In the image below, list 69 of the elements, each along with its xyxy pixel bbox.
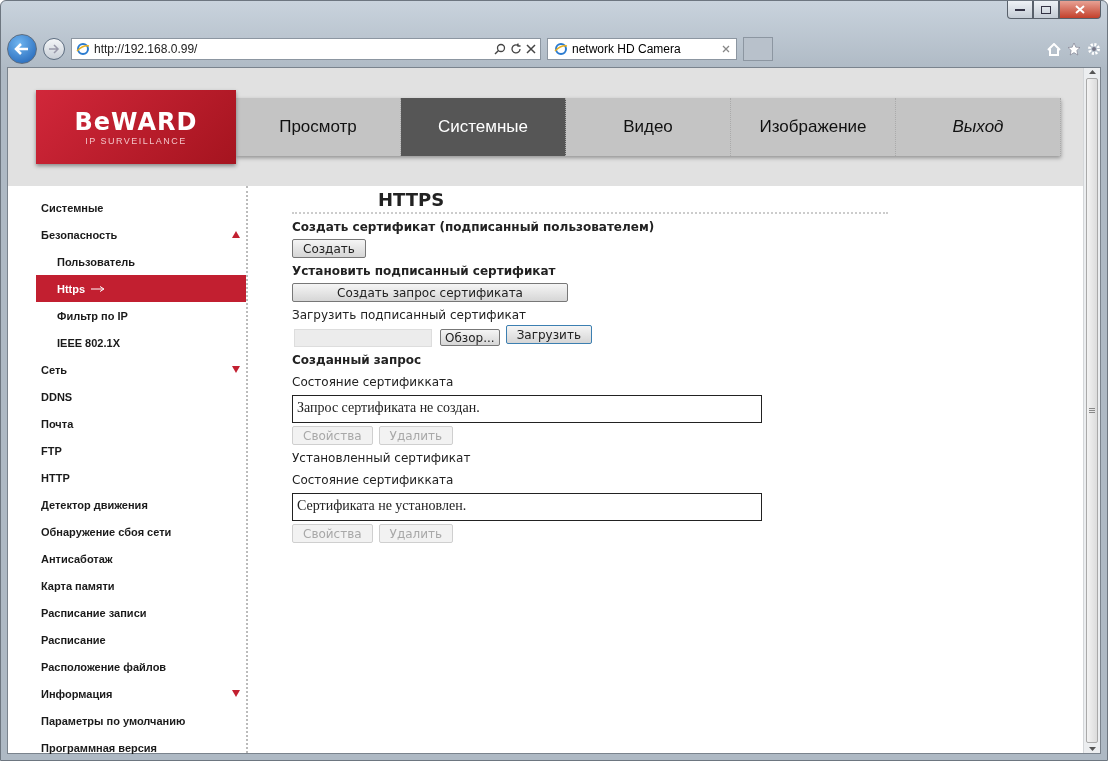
nav-tab[interactable]: Системные (401, 98, 566, 156)
page-title: HTTPS (292, 190, 888, 214)
sidebar-item[interactable]: Системные (36, 194, 246, 221)
sidebar-item[interactable]: Программная версия (36, 734, 246, 761)
sidebar-item[interactable]: Фильтр по IP (36, 302, 246, 329)
expand-triangle-icon[interactable] (232, 690, 240, 697)
scrollbar[interactable] (1083, 68, 1100, 753)
section-heading: Создать сертификат (подписанный пользователем) (292, 220, 656, 236)
request-button[interactable]: Создать запрос сертификата (292, 283, 568, 302)
sidebar-item[interactable]: Сеть (36, 356, 246, 383)
sidebar-item[interactable]: Почта (36, 410, 246, 437)
upload-button[interactable]: Загрузить (505, 325, 592, 344)
sidebar-item[interactable]: Параметры по умолчанию (36, 707, 246, 734)
scroll-down-icon[interactable] (1088, 747, 1096, 751)
globe-icon (76, 42, 90, 56)
nav-tab[interactable]: Выход (896, 98, 1061, 156)
back-arrow-icon (14, 42, 30, 56)
maximize-icon (1041, 5, 1051, 14)
sidebar-item[interactable]: Пользователь (36, 248, 246, 275)
globe-icon (554, 42, 568, 56)
forward-button[interactable] (43, 38, 65, 60)
sidebar-item[interactable]: IEEE 802.1X (36, 329, 246, 356)
close-icon[interactable] (722, 45, 730, 53)
field-label: Состояние сертификката (292, 473, 455, 489)
file-path-field[interactable] (294, 329, 432, 347)
nav-tab[interactable]: Видео (566, 98, 731, 156)
stop-icon[interactable] (526, 44, 536, 54)
browser-tab[interactable]: network HD Camera (547, 38, 737, 60)
section-heading: Созданный запрос (292, 353, 423, 369)
sidebar-item[interactable]: Антисаботаж (36, 545, 246, 572)
nav-tab[interactable]: Изображение (731, 98, 896, 156)
field-label: Загрузить подписанный сертификат (292, 308, 528, 324)
sidebar-item[interactable]: Безопасность (36, 221, 246, 248)
sidebar-item[interactable]: Карта памяти (36, 572, 246, 599)
action-button[interactable]: Создать (292, 239, 366, 258)
sidebar-item[interactable]: FTP (36, 437, 246, 464)
status-field: Запрос сертификата не создан. (292, 395, 762, 423)
address-bar[interactable]: http://192.168.0.99/ (71, 38, 541, 60)
sidebar-item[interactable]: HTTP (36, 464, 246, 491)
close-icon (1075, 5, 1085, 14)
sidebar-item[interactable]: Информация (36, 680, 246, 707)
forward-arrow-icon (48, 44, 60, 54)
settings-icon[interactable] (1087, 42, 1101, 56)
sidebar-item[interactable]: Детектор движения (36, 491, 246, 518)
collapse-triangle-icon[interactable] (232, 231, 240, 238)
expand-triangle-icon[interactable] (232, 366, 240, 373)
status-field: Сертификата не установлен. (292, 493, 762, 521)
back-button[interactable] (7, 34, 37, 64)
close-button[interactable] (1059, 1, 1101, 19)
sidebar-item[interactable]: DDNS (36, 383, 246, 410)
sidebar-item[interactable]: Https (36, 275, 246, 302)
refresh-icon[interactable] (510, 43, 522, 55)
minimize-button[interactable] (1007, 1, 1033, 19)
sidebar-item[interactable]: Расписание (36, 626, 246, 653)
sidebar-item[interactable]: Расположение файлов (36, 653, 246, 680)
sidebar-item[interactable]: Обнаружение сбоя сети (36, 518, 246, 545)
maximize-button[interactable] (1033, 1, 1059, 19)
section-heading: Установить подписанный сертификат (292, 264, 557, 280)
scroll-up-icon[interactable] (1088, 70, 1096, 74)
field-label: Установленный сертификат (292, 451, 472, 467)
star-icon[interactable] (1067, 42, 1081, 56)
scroll-thumb[interactable] (1086, 78, 1098, 743)
browse-button[interactable]: Обзор... (440, 329, 500, 346)
sidebar-item[interactable]: Расписание записи (36, 599, 246, 626)
grip-icon (1089, 408, 1095, 413)
brand-logo: BeWARD IP SURVEILLANCE (36, 90, 236, 164)
search-icon[interactable] (494, 43, 506, 55)
field-label: Состояние сертификката (292, 375, 455, 391)
arrow-icon (91, 285, 106, 292)
